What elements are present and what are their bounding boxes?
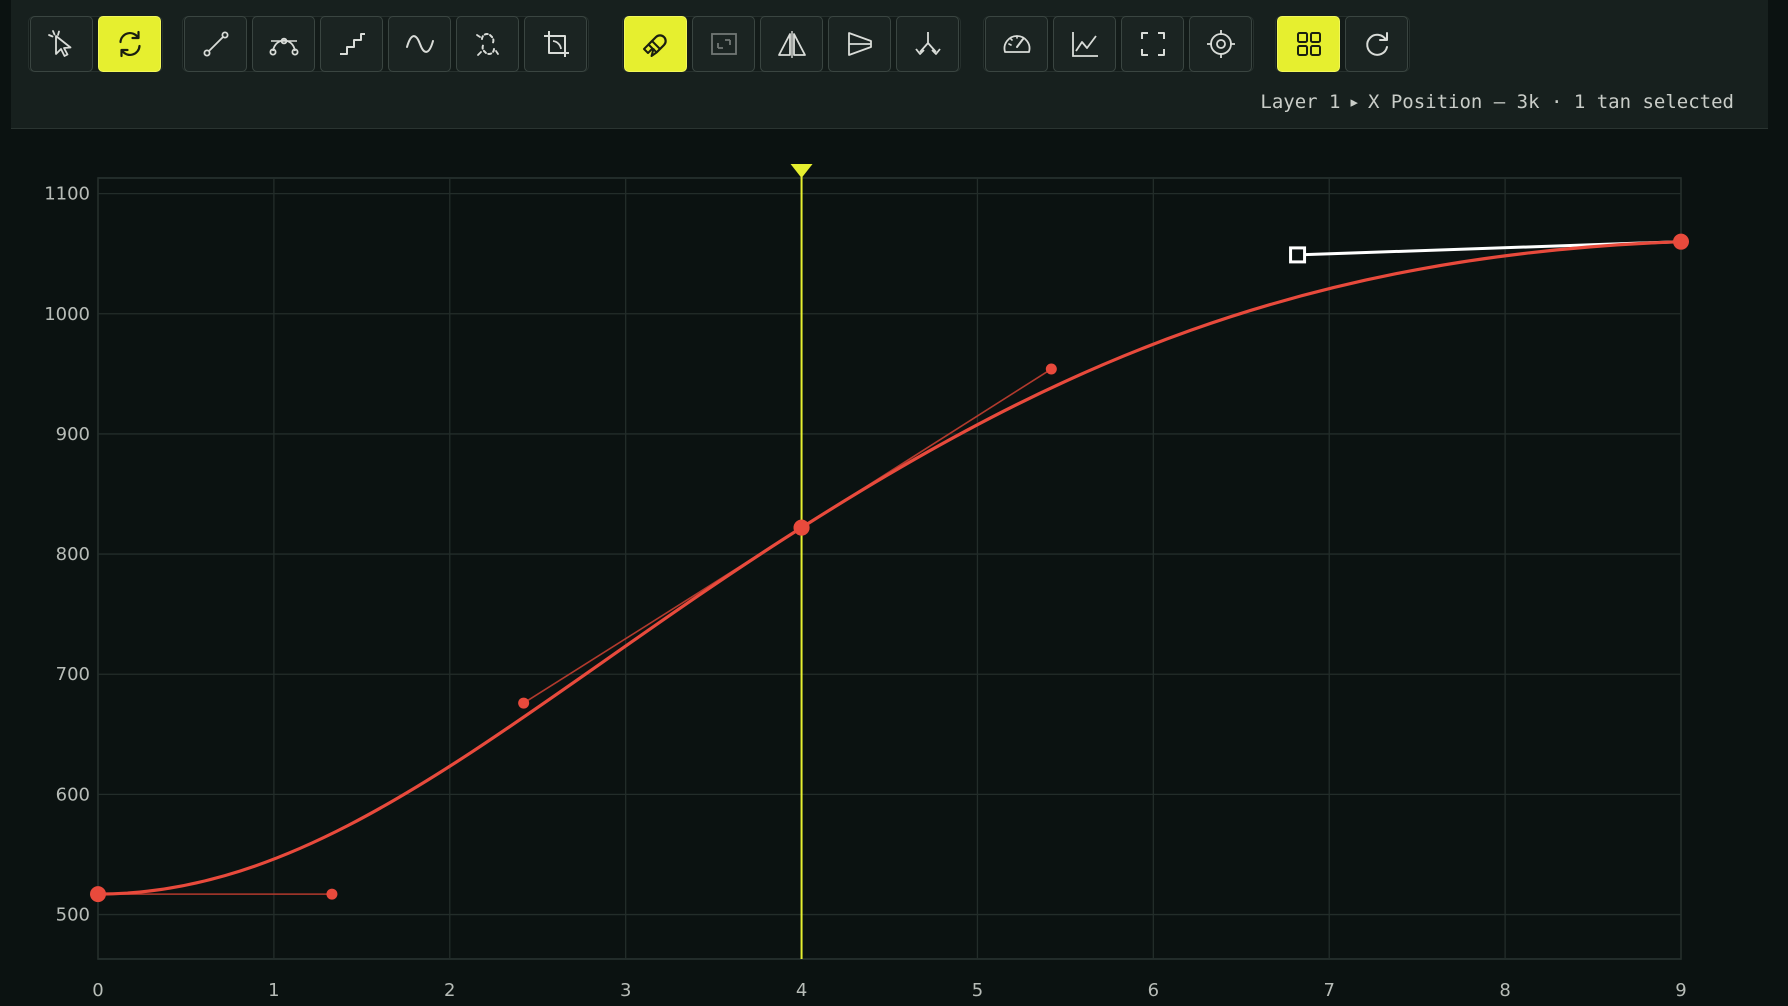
flatten-tangents-button[interactable] [524,16,587,72]
redo-circle-icon [1360,27,1394,61]
x-tick-label: 7 [1323,980,1334,1001]
cycle-icon [113,27,147,61]
flip-horizontal-icon [775,27,809,61]
x-tick-label: 4 [796,980,807,1001]
y-tick-label: 1100 [44,184,90,205]
y-tick-label: 900 [56,424,90,445]
keyframe-point[interactable] [90,886,106,903]
snap-button[interactable] [624,16,687,72]
status-separator: ▸ [1348,91,1360,113]
bezier-curve-icon [267,27,301,61]
x-tick-label: 5 [972,980,983,1001]
align-button[interactable] [828,16,891,72]
x-tick-label: 2 [444,980,455,1001]
cursor-sparkle-icon [45,27,79,61]
sine-wave-icon [403,27,437,61]
x-tick-label: 1 [268,980,279,1001]
line-graph-icon [1068,27,1102,61]
focus-selection-button[interactable] [1189,16,1252,72]
y-tick-label: 1000 [44,304,90,325]
status-layer: Layer 1 [1260,91,1341,113]
break-tangents-button[interactable] [456,16,519,72]
x-tick-label: 9 [1675,980,1686,1001]
stepped-interp-button[interactable] [320,16,383,72]
fit-view-button[interactable] [1121,16,1184,72]
target-icon [1204,27,1238,61]
loop-tool-button[interactable] [98,16,161,72]
x-tick-label: 6 [1148,980,1159,1001]
x-tick-label: 8 [1499,980,1510,1001]
tangent-handle[interactable] [326,888,338,900]
y-tick-label: 500 [56,905,90,926]
keyframe-point[interactable] [1673,233,1689,250]
grid-toggle-button[interactable] [1277,16,1340,72]
fork-arrows-icon [911,27,945,61]
status-property: X Position — 3k · 1 tan selected [1367,91,1734,113]
y-tick-label: 800 [56,544,90,565]
y-tick-label: 600 [56,784,90,805]
align-wedge-icon [843,27,877,61]
bezier-interp-button[interactable] [252,16,315,72]
select-tool-button[interactable] [30,16,93,72]
toolbar-panel: Layer 1 ▸ X Position — 3k · 1 tan selected [11,0,1768,129]
value-graph-button[interactable] [1053,16,1116,72]
status-readout: Layer 1 ▸ X Position — 3k · 1 tan selected [1260,91,1734,113]
magnet-icon [639,27,673,61]
selected-tangent-handle[interactable] [1289,246,1307,264]
x-tick-label: 3 [620,980,631,1001]
playhead-marker[interactable] [790,164,813,178]
y-tick-label: 700 [56,664,90,685]
smooth-interp-button[interactable] [388,16,451,72]
stairs-icon [335,27,369,61]
keyframe-point-at-playhead[interactable] [793,519,810,536]
x-tick-label: 0 [92,980,103,1001]
grid-icon [1292,27,1326,61]
graph-editor[interactable]: 0 1 2 3 4 5 6 7 8 9 500 600 700 800 900 1000 1100 [0,129,1788,1006]
frame-bounds-button[interactable] [692,16,755,72]
split-button[interactable] [896,16,959,72]
speedometer-icon [1000,27,1034,61]
frame-resize-icon [707,27,741,61]
linear-curve-icon [199,27,233,61]
reset-button[interactable] [1345,16,1408,72]
speed-graph-button[interactable] [985,16,1048,72]
mirror-button[interactable] [760,16,823,72]
broken-link-icon [471,27,505,61]
corner-crop-icon [539,27,573,61]
tangent-handle[interactable] [518,697,530,709]
plot-area [97,177,1682,960]
tangent-handle[interactable] [1045,363,1057,375]
fullscreen-icon [1136,27,1170,61]
linear-interp-button[interactable] [184,16,247,72]
